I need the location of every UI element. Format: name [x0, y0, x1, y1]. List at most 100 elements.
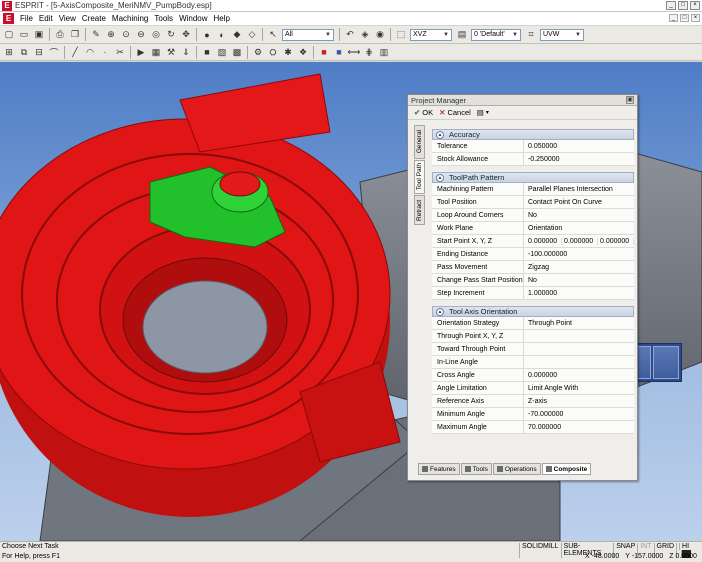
property-value[interactable]: Zigzag [524, 261, 634, 273]
preview-thumbnail[interactable] [652, 346, 679, 379]
property-row[interactable]: Reference Axis Z-axis [432, 395, 634, 408]
property-row[interactable]: Toward Through Point [432, 343, 634, 356]
property-row[interactable]: Stock Allowance -0.250000 [432, 153, 634, 166]
property-row[interactable]: Tolerance 0.050000 [432, 140, 634, 153]
start-z-value[interactable]: 0.000000 [598, 237, 634, 245]
display-icon[interactable]: ▥ [378, 46, 390, 58]
doc-close-button[interactable]: × [691, 14, 700, 22]
property-value[interactable]: Orientation [524, 222, 634, 234]
menu-help[interactable]: Help [211, 14, 233, 23]
property-row[interactable]: In-Line Angle [432, 356, 634, 369]
collapse-icon[interactable]: ▲ [436, 173, 444, 182]
property-value[interactable]: Limit Angle With [524, 382, 634, 394]
property-row[interactable]: Start Point X, Y, Z 0.000000 0.000000 0.… [432, 235, 634, 248]
open-icon[interactable]: ▭ [18, 29, 30, 41]
property-row[interactable]: Cross Angle 0.000000 [432, 369, 634, 382]
menu-file[interactable]: File [17, 14, 36, 23]
property-value[interactable]: -100.000000 [524, 248, 634, 260]
arc-icon[interactable]: ◠ [84, 46, 96, 58]
tab-tools[interactable]: Tools [460, 463, 492, 475]
point-icon[interactable]: · [99, 46, 111, 58]
tab-retract[interactable]: Retract [414, 195, 425, 225]
save-icon[interactable]: ▣ [33, 29, 45, 41]
light-icon[interactable]: ◐ [216, 29, 228, 41]
zoom-out-icon[interactable]: ⊖ [135, 29, 147, 41]
property-row[interactable]: Work Plane Orientation [432, 222, 634, 235]
undo-icon[interactable]: ↶ [344, 29, 356, 41]
record-icon[interactable]: ◉ [374, 29, 386, 41]
pocket-icon[interactable]: ⊟ [33, 46, 45, 58]
cancel-button[interactable]: ✕ Cancel [439, 108, 471, 117]
curve-icon[interactable]: ⌒ [48, 46, 60, 58]
new-icon[interactable]: ▢ [3, 29, 15, 41]
tab-operations[interactable]: Operations [492, 463, 541, 475]
property-row[interactable]: Machining Pattern Parallel Planes Interse… [432, 183, 634, 196]
property-value[interactable]: 1.000000 [524, 287, 634, 299]
property-row[interactable]: Maximum Angle 70.000000 [432, 421, 634, 434]
stock-icon[interactable]: ▦ [150, 46, 162, 58]
pan-icon[interactable]: ✥ [180, 29, 192, 41]
measure-icon[interactable]: ⟷ [348, 46, 361, 58]
brush-icon[interactable]: ✎ [90, 29, 102, 41]
chain-icon[interactable]: ⧉ [18, 46, 30, 58]
tab-general[interactable]: General [414, 125, 425, 159]
close-button[interactable]: × [690, 1, 700, 10]
property-value[interactable]: -70.000000 [524, 408, 634, 420]
surface-icon[interactable]: ▧ [216, 46, 228, 58]
property-row[interactable]: Angle Limitation Limit Angle With [432, 382, 634, 395]
box-blue-icon[interactable]: ■ [333, 46, 345, 58]
drill-icon[interactable]: ⇓ [180, 46, 192, 58]
menu-machining[interactable]: Machining [109, 14, 151, 23]
property-row[interactable]: Minimum Angle -70.000000 [432, 408, 634, 421]
property-value[interactable]: No [524, 209, 634, 221]
default-select[interactable]: 0 'Default' ▼ [471, 28, 521, 41]
save-settings-button[interactable]: ▤ ▾ [477, 108, 489, 117]
doc-minimize-button[interactable]: _ [669, 14, 678, 22]
property-row[interactable]: Change Pass Start Position No [432, 274, 634, 287]
start-y-value[interactable]: 0.000000 [562, 237, 598, 245]
uvw-select[interactable]: UVW ▼ [540, 28, 584, 41]
zoom-fit-icon[interactable]: ◎ [150, 29, 162, 41]
trim-icon[interactable]: ✂ [114, 46, 126, 58]
property-row[interactable]: Ending Distance -100.000000 [432, 248, 634, 261]
ok-button[interactable]: ✔ OK [414, 108, 433, 117]
mesh-icon[interactable]: ▩ [231, 46, 243, 58]
render-icon[interactable]: ◆ [231, 29, 243, 41]
collapse-icon[interactable]: ▲ [436, 307, 444, 316]
property-value[interactable]: 0.050000 [524, 140, 634, 152]
section-tool-axis-orientation[interactable]: ▲ Tool Axis Orientation [432, 306, 634, 317]
property-row[interactable]: Pass Movement Zigzag [432, 261, 634, 274]
copy-icon[interactable]: ❐ [69, 29, 81, 41]
property-value[interactable]: Parallel Planes Intersection [524, 183, 634, 195]
property-row[interactable]: Through Point X, Y, Z [432, 330, 634, 343]
op-turn-icon[interactable]: ⛭ [267, 46, 279, 58]
tab-tool-path[interactable]: Tool Path [414, 160, 425, 194]
menu-view[interactable]: View [56, 14, 79, 23]
section-accuracy[interactable]: ▲ Accuracy [432, 129, 634, 140]
feature-icon[interactable]: ⊞ [3, 46, 15, 58]
doc-restore-button[interactable]: □ [680, 14, 689, 22]
plane-select[interactable]: XVZ ▼ [410, 28, 452, 41]
menu-create[interactable]: Create [79, 14, 109, 23]
sim-icon[interactable]: ▶ [135, 46, 147, 58]
property-value[interactable]: No [524, 274, 634, 286]
zoom-in-icon[interactable]: ⊙ [120, 29, 132, 41]
rotate-icon[interactable]: ↻ [165, 29, 177, 41]
shade-icon[interactable]: ● [201, 29, 213, 41]
collapse-icon[interactable]: ▲ [436, 130, 444, 139]
grid-icon[interactable]: ⋕ [363, 46, 375, 58]
start-x-value[interactable]: 0.000000 [526, 237, 562, 245]
op-contour-icon[interactable]: ❖ [297, 46, 309, 58]
menu-window[interactable]: Window [176, 14, 210, 23]
property-value[interactable]: Contact Point On Curve [524, 196, 634, 208]
property-value[interactable]: 70.000000 [524, 421, 634, 433]
tab-features[interactable]: Features [418, 463, 460, 475]
minimize-button[interactable]: _ [666, 1, 676, 10]
property-row[interactable]: Loop Around Corners No [432, 209, 634, 222]
indicator-solidmill[interactable]: SOLIDMILL [519, 543, 561, 558]
property-value[interactable]: 0.000000 [524, 369, 634, 381]
work-plane-icon[interactable]: ⌗ [525, 29, 537, 41]
solid-icon[interactable]: ■ [201, 46, 213, 58]
menu-edit[interactable]: Edit [36, 14, 56, 23]
box-red-icon[interactable]: ■ [318, 46, 330, 58]
